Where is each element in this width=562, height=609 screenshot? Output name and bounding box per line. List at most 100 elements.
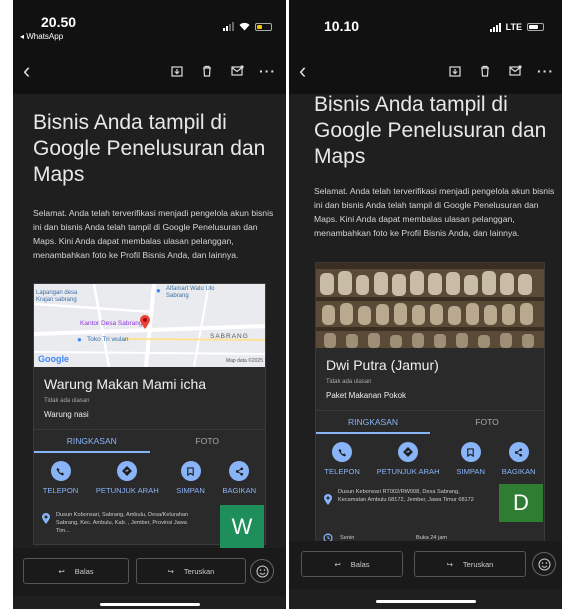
location-pin-icon: [42, 513, 50, 524]
share-button[interactable]: BAGIKAN: [502, 442, 536, 476]
phone-screen-left: 20.50 ◂ WhatsApp ‹ ··· Bisnis Anda tampi…: [13, 0, 286, 609]
tab-ringkasan[interactable]: RINGKASAN: [34, 430, 150, 453]
directions-icon: [398, 442, 419, 462]
tab-ringkasan[interactable]: RINGKASAN: [316, 411, 430, 434]
address-row[interactable]: Dusun Kebonsari RT002/RW008, Desa Sabran…: [316, 484, 544, 530]
email-paragraph: Selamat. Anda telah terverifikasi menjad…: [314, 186, 555, 238]
location-pin-icon: [324, 494, 332, 505]
email-body: Bisnis Anda tampil di Google Penelusuran…: [314, 92, 556, 240]
call-button[interactable]: TELEPON: [324, 442, 360, 476]
save-button[interactable]: SIMPAN: [176, 461, 205, 495]
delete-icon[interactable]: [199, 63, 215, 79]
directions-icon: [117, 461, 138, 481]
status-time: 10.10: [324, 18, 360, 34]
forward-label: Teruskan: [462, 559, 494, 569]
share-icon: [508, 442, 529, 462]
emoji-reaction-button[interactable]: [250, 559, 274, 583]
map-credit: Map data ©2025: [225, 358, 263, 364]
reply-button[interactable]: ↩ Balas: [23, 558, 129, 584]
battery-icon: [527, 23, 544, 31]
more-options-icon[interactable]: ···: [259, 63, 276, 79]
emoji-reaction-button[interactable]: [532, 552, 556, 576]
reply-label: Balas: [350, 559, 370, 569]
action-row: TELEPON PETUNJUK ARAH SIMPAN BAGIKAN: [316, 442, 544, 476]
review-count: Tidak ada ulasan: [326, 379, 372, 385]
status-time: 20.50: [41, 14, 77, 30]
wifi-icon: [239, 22, 250, 31]
phone-icon: [50, 461, 71, 481]
review-count: Tidak ada ulasan: [44, 398, 90, 404]
mark-unread-icon[interactable]: [229, 63, 245, 79]
business-name: Warung Makan Mami icha: [44, 376, 207, 392]
business-initial-avatar: W: [220, 505, 264, 549]
smiley-icon: [538, 558, 550, 570]
archive-icon[interactable]: [169, 63, 185, 79]
business-address: Dusun Kebonsari RT002/RW008, Desa Sabran…: [338, 489, 474, 503]
reply-button[interactable]: ↩ Balas: [301, 551, 403, 577]
map-place-label: Alfamart Watu Ulo Sabrang: [166, 286, 215, 299]
back-arrow-icon[interactable]: ‹: [23, 58, 30, 84]
email-headline: Bisnis Anda tampil di Google Penelusuran…: [33, 111, 266, 186]
google-logo: Google: [38, 354, 69, 364]
share-button[interactable]: BAGIKAN: [222, 461, 256, 495]
forward-label: Teruskan: [183, 566, 215, 576]
shop-pin-icon: ●: [156, 286, 161, 295]
business-tabs: RINGKASAN FOTO: [316, 410, 544, 434]
mushroom-farm-photo: [316, 263, 544, 348]
mark-unread-icon[interactable]: [507, 63, 523, 79]
email-body: Bisnis Anda tampil di Google Penelusuran…: [33, 110, 276, 262]
phone-screen-right: 10.10 LTE ‹ ··· Bisnis Anda tampil di Go…: [289, 0, 562, 609]
location-pin-icon: [140, 315, 150, 329]
phone-icon: [332, 442, 353, 462]
map-area-label: SABRANG: [210, 333, 249, 340]
business-initial-avatar: D: [499, 484, 543, 522]
map-place-label: Kantor Desa Sabrang: [80, 320, 143, 327]
email-toolbar: ‹ ···: [13, 50, 286, 94]
status-bar: 10.10 LTE: [289, 0, 562, 50]
bookmark-icon: [460, 442, 481, 462]
business-address: Dusun Kobonsari, Sabrang, Ambulu, Desa/K…: [56, 512, 189, 534]
email-toolbar: ‹ ···: [289, 50, 562, 94]
forward-button[interactable]: ↪ Teruskan: [136, 558, 246, 584]
home-indicator[interactable]: [375, 600, 476, 603]
forward-icon: ↪: [167, 566, 174, 576]
forward-icon: ↪: [446, 559, 453, 569]
reply-label: Balas: [74, 566, 94, 576]
status-icons: [223, 22, 272, 31]
archive-icon[interactable]: [447, 63, 463, 79]
call-button[interactable]: TELEPON: [43, 461, 78, 495]
business-category: Warung nasi: [44, 410, 89, 419]
reply-bar: ↩ Balas ↪ Teruskan: [289, 541, 562, 589]
business-category: Paket Makanan Pokok: [326, 391, 407, 400]
directions-label: PETUNJUK ARAH: [95, 486, 159, 495]
network-type: LTE: [505, 22, 522, 32]
business-photo[interactable]: [316, 263, 544, 348]
reply-icon: ↩: [58, 566, 65, 576]
delete-icon[interactable]: [477, 63, 493, 79]
business-card[interactable]: Dwi Putra (Jamur) Tidak ada ulasan Paket…: [315, 262, 545, 548]
business-card[interactable]: Lapangan desa Krajan sabrang ● Alfamart …: [33, 283, 266, 549]
more-options-icon[interactable]: ···: [537, 63, 554, 79]
business-name: Dwi Putra (Jamur): [326, 357, 439, 373]
call-label: TELEPON: [324, 467, 360, 476]
save-label: SIMPAN: [456, 467, 485, 476]
back-arrow-icon[interactable]: ‹: [299, 58, 306, 84]
tab-foto[interactable]: FOTO: [430, 411, 544, 434]
share-label: BAGIKAN: [501, 467, 536, 476]
smiley-icon: [256, 565, 268, 577]
tab-foto[interactable]: FOTO: [150, 430, 266, 453]
directions-button[interactable]: PETUNJUK ARAH: [96, 461, 159, 495]
directions-label: PETUNJUK ARAH: [376, 467, 440, 476]
store-pin-icon: ●: [77, 335, 82, 344]
directions-button[interactable]: PETUNJUK ARAH: [377, 442, 440, 476]
save-label: SIMPAN: [176, 486, 205, 495]
save-button[interactable]: SIMPAN: [456, 442, 485, 476]
map-preview[interactable]: Lapangan desa Krajan sabrang ● Alfamart …: [34, 284, 265, 367]
business-tabs: RINGKASAN FOTO: [34, 429, 265, 453]
back-to-app-link[interactable]: ◂ WhatsApp: [20, 32, 63, 41]
email-headline: Bisnis Anda tampil di Google Penelusuran…: [314, 93, 547, 168]
home-indicator[interactable]: [99, 603, 200, 606]
forward-button[interactable]: ↪ Teruskan: [414, 551, 526, 577]
call-label: TELEPON: [42, 486, 79, 495]
email-paragraph: Selamat. Anda telah terverifikasi menjad…: [33, 208, 274, 260]
